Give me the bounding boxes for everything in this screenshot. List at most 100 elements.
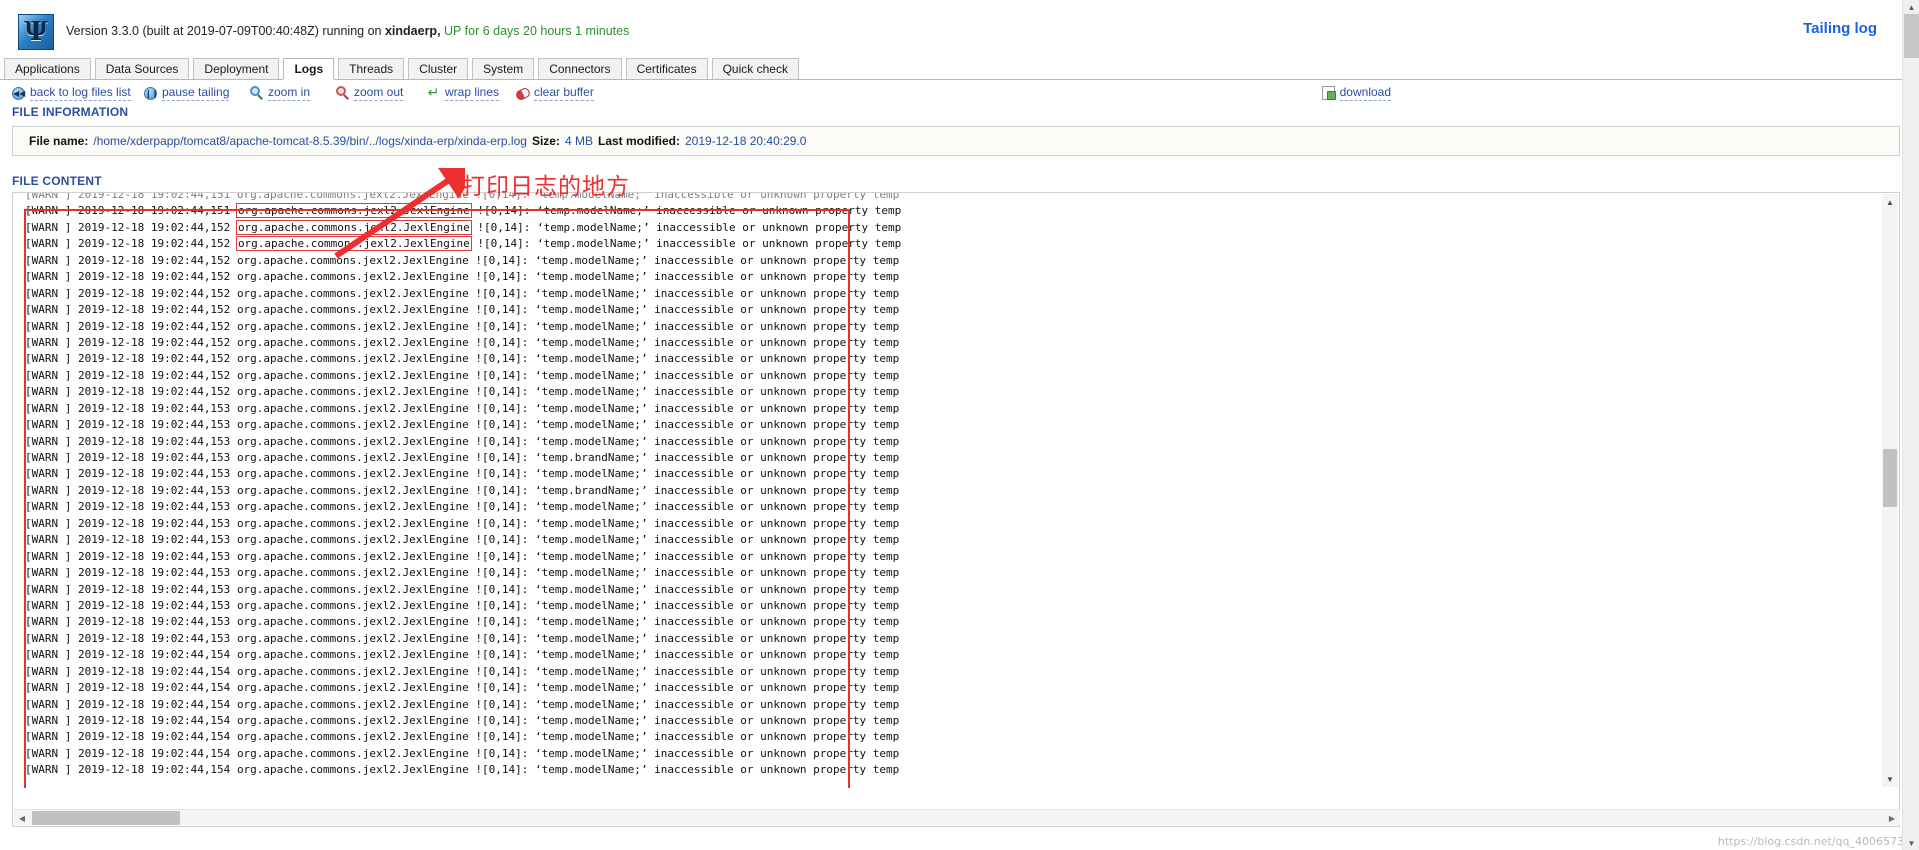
zoom-out-link[interactable]: zoom out xyxy=(336,85,404,101)
zoom-in-label: zoom in xyxy=(268,85,311,101)
horizontal-scroll-thumb[interactable] xyxy=(32,811,180,825)
zoom-in-link[interactable]: zoom in xyxy=(250,85,311,101)
log-property-name: temp.modelName; xyxy=(541,270,641,284)
tab-applications[interactable]: Applications xyxy=(4,58,91,79)
log-line: [WARN ] 2019-12-18 19:02:44,154 org.apac… xyxy=(25,680,1684,696)
log-level: [WARN ] xyxy=(25,270,78,284)
hostname-text: xindaerp, xyxy=(384,24,441,38)
log-timestamp: 2019-12-18 19:02:44,153 xyxy=(77,434,237,448)
log-level: [WARN ] xyxy=(25,500,78,514)
clear-buffer-link[interactable]: clear buffer xyxy=(514,85,594,101)
log-horizontal-scrollbar[interactable]: ◀ ▶ xyxy=(14,809,1900,825)
file-size-key: Size: xyxy=(531,134,560,148)
log-position-marker: ![0,14]: ‘ xyxy=(468,401,542,415)
log-property-name: temp.modelName; xyxy=(541,697,641,711)
log-level: [WARN ] xyxy=(25,220,78,234)
log-timestamp: 2019-12-18 19:02:44,153 xyxy=(77,582,237,596)
log-property-name: temp.modelName; xyxy=(541,286,641,300)
log-property-name: temp.modelName; xyxy=(543,204,643,218)
log-position-marker: ![0,14]: ‘ xyxy=(468,549,542,563)
log-vertical-scrollbar[interactable]: ▲ ▼ xyxy=(1882,194,1898,787)
log-timestamp: 2019-12-18 19:02:44,153 xyxy=(77,483,237,497)
log-timestamp: 2019-12-18 19:02:44,153 xyxy=(77,500,237,514)
log-position-marker: ![0,14]: ‘ xyxy=(468,270,542,284)
log-property-name: temp.modelName; xyxy=(541,368,641,382)
log-position-marker: ![0,14]: ‘ xyxy=(468,500,542,514)
log-line: [WARN ] 2019-12-18 19:02:44,154 org.apac… xyxy=(25,729,1684,745)
tab-deployment[interactable]: Deployment xyxy=(193,58,280,79)
log-logger-name: org.apache.commons.jexl2.JexlEngine xyxy=(236,664,469,678)
log-message: ’ inaccessible or unknown property temp xyxy=(640,434,900,448)
tab-cluster[interactable]: Cluster xyxy=(408,58,469,79)
tab-logs[interactable]: Logs xyxy=(283,58,335,79)
tailing-log-link[interactable]: Tailing log xyxy=(1803,20,1877,37)
log-message: ’ inaccessible or unknown property temp xyxy=(640,500,900,514)
log-position-marker: ![0,14]: ‘ xyxy=(468,335,542,349)
download-link[interactable]: download xyxy=(1321,85,1391,101)
log-logger-name: org.apache.commons.jexl2.JexlEngine xyxy=(236,681,469,695)
log-line: [WARN ] 2019-12-18 19:02:44,151 org.apac… xyxy=(25,193,1684,203)
tab-connectors[interactable]: Connectors xyxy=(538,58,622,79)
tab-label: System xyxy=(483,62,524,76)
log-level: [WARN ] xyxy=(25,730,78,744)
log-position-marker: ![0,14]: ‘ xyxy=(470,204,544,218)
tab-system[interactable]: System xyxy=(472,58,535,79)
log-line: [WARN ] 2019-12-18 19:02:44,152 org.apac… xyxy=(25,236,1684,252)
log-position-marker: ![0,14]: ‘ xyxy=(468,681,542,695)
tab-label: Threads xyxy=(349,62,394,76)
tab-certificates[interactable]: Certificates xyxy=(625,58,708,79)
pause-tailing-link[interactable]: ❙❙ pause tailing xyxy=(144,85,230,101)
log-logger-name: org.apache.commons.jexl2.JexlEngine xyxy=(236,335,469,349)
log-level: [WARN ] xyxy=(25,303,78,317)
log-message: ’ inaccessible or unknown property temp xyxy=(640,763,900,777)
page-scroll-down-icon[interactable]: ▼ xyxy=(1903,836,1919,850)
log-position-marker: ![0,14]: ‘ xyxy=(468,533,542,547)
log-property-name: temp.modelName; xyxy=(541,253,641,267)
clear-buffer-icon xyxy=(514,86,532,101)
log-logger-name: org.apache.commons.jexl2.JexlEngine xyxy=(236,714,469,727)
log-position-marker: ![0,14]: ‘ xyxy=(468,418,542,432)
scroll-down-arrow-icon[interactable]: ▼ xyxy=(1882,771,1898,787)
page-scroll-thumb[interactable] xyxy=(1904,14,1919,58)
log-timestamp: 2019-12-18 19:02:44,152 xyxy=(77,335,237,349)
tab-threads[interactable]: Threads xyxy=(338,58,405,79)
scroll-up-arrow-icon[interactable]: ▲ xyxy=(1882,194,1898,210)
page-vertical-scrollbar[interactable]: ▲ ▼ xyxy=(1902,0,1919,850)
log-line: [WARN ] 2019-12-18 19:02:44,154 org.apac… xyxy=(25,647,1684,663)
log-message: ’ inaccessible or unknown property temp xyxy=(640,549,900,563)
log-message: ’ inaccessible or unknown property temp xyxy=(640,352,900,366)
scroll-right-arrow-icon[interactable]: ▶ xyxy=(1884,810,1900,826)
vertical-scroll-thumb[interactable] xyxy=(1883,449,1897,507)
log-viewport[interactable]: [WARN ] 2019-12-18 19:02:44,151 org.apac… xyxy=(13,193,1684,788)
wrap-lines-link[interactable]: ↵ wrap lines xyxy=(427,85,500,101)
back-to-log-files-list-link[interactable]: ◀◀ back to log files list xyxy=(12,85,131,101)
log-line: [WARN ] 2019-12-18 19:02:44,153 org.apac… xyxy=(25,417,1684,433)
file-information-heading: FILE INFORMATION xyxy=(12,105,129,119)
log-level: [WARN ] xyxy=(25,549,78,563)
log-position-marker: ![0,14]: ‘ xyxy=(468,714,542,727)
log-message: ’ inaccessible or unknown property temp xyxy=(642,204,902,218)
scroll-left-arrow-icon[interactable]: ◀ xyxy=(14,810,30,826)
log-level: [WARN ] xyxy=(25,648,78,662)
log-message: ’ inaccessible or unknown property temp xyxy=(642,237,902,251)
tab-quick-check[interactable]: Quick check xyxy=(711,58,799,79)
log-position-marker: ![0,14]: ‘ xyxy=(468,303,542,317)
back-to-log-files-list-label: back to log files list xyxy=(30,85,131,101)
log-line: [WARN ] 2019-12-18 19:02:44,153 org.apac… xyxy=(25,401,1684,417)
log-line: [WARN ] 2019-12-18 19:02:44,153 org.apac… xyxy=(25,582,1684,598)
log-property-name: temp.modelName; xyxy=(543,237,643,251)
log-timestamp: 2019-12-18 19:02:44,152 xyxy=(77,352,237,366)
log-timestamp: 2019-12-18 19:02:44,154 xyxy=(77,763,237,777)
log-level: [WARN ] xyxy=(25,401,78,415)
log-property-name: temp.brandName; xyxy=(541,451,641,464)
log-line: [WARN ] 2019-12-18 19:02:44,152 org.apac… xyxy=(25,302,1684,318)
uptime-text: UP for 6 days 20 hours 1 minutes xyxy=(444,24,630,38)
log-message: ’ inaccessible or unknown property temp xyxy=(640,401,900,415)
log-level: [WARN ] xyxy=(25,193,78,201)
log-message: ’ inaccessible or unknown property temp xyxy=(640,631,900,645)
page-scroll-up-icon[interactable]: ▲ xyxy=(1903,0,1919,14)
tab-data-sources[interactable]: Data Sources xyxy=(94,58,190,79)
app-header: Ψ Version 3.3.0 (built at 2019-07-09T00:… xyxy=(0,0,1919,58)
log-property-name: temp.modelName; xyxy=(541,335,641,349)
log-logger-name: org.apache.commons.jexl2.JexlEngine xyxy=(236,193,469,201)
